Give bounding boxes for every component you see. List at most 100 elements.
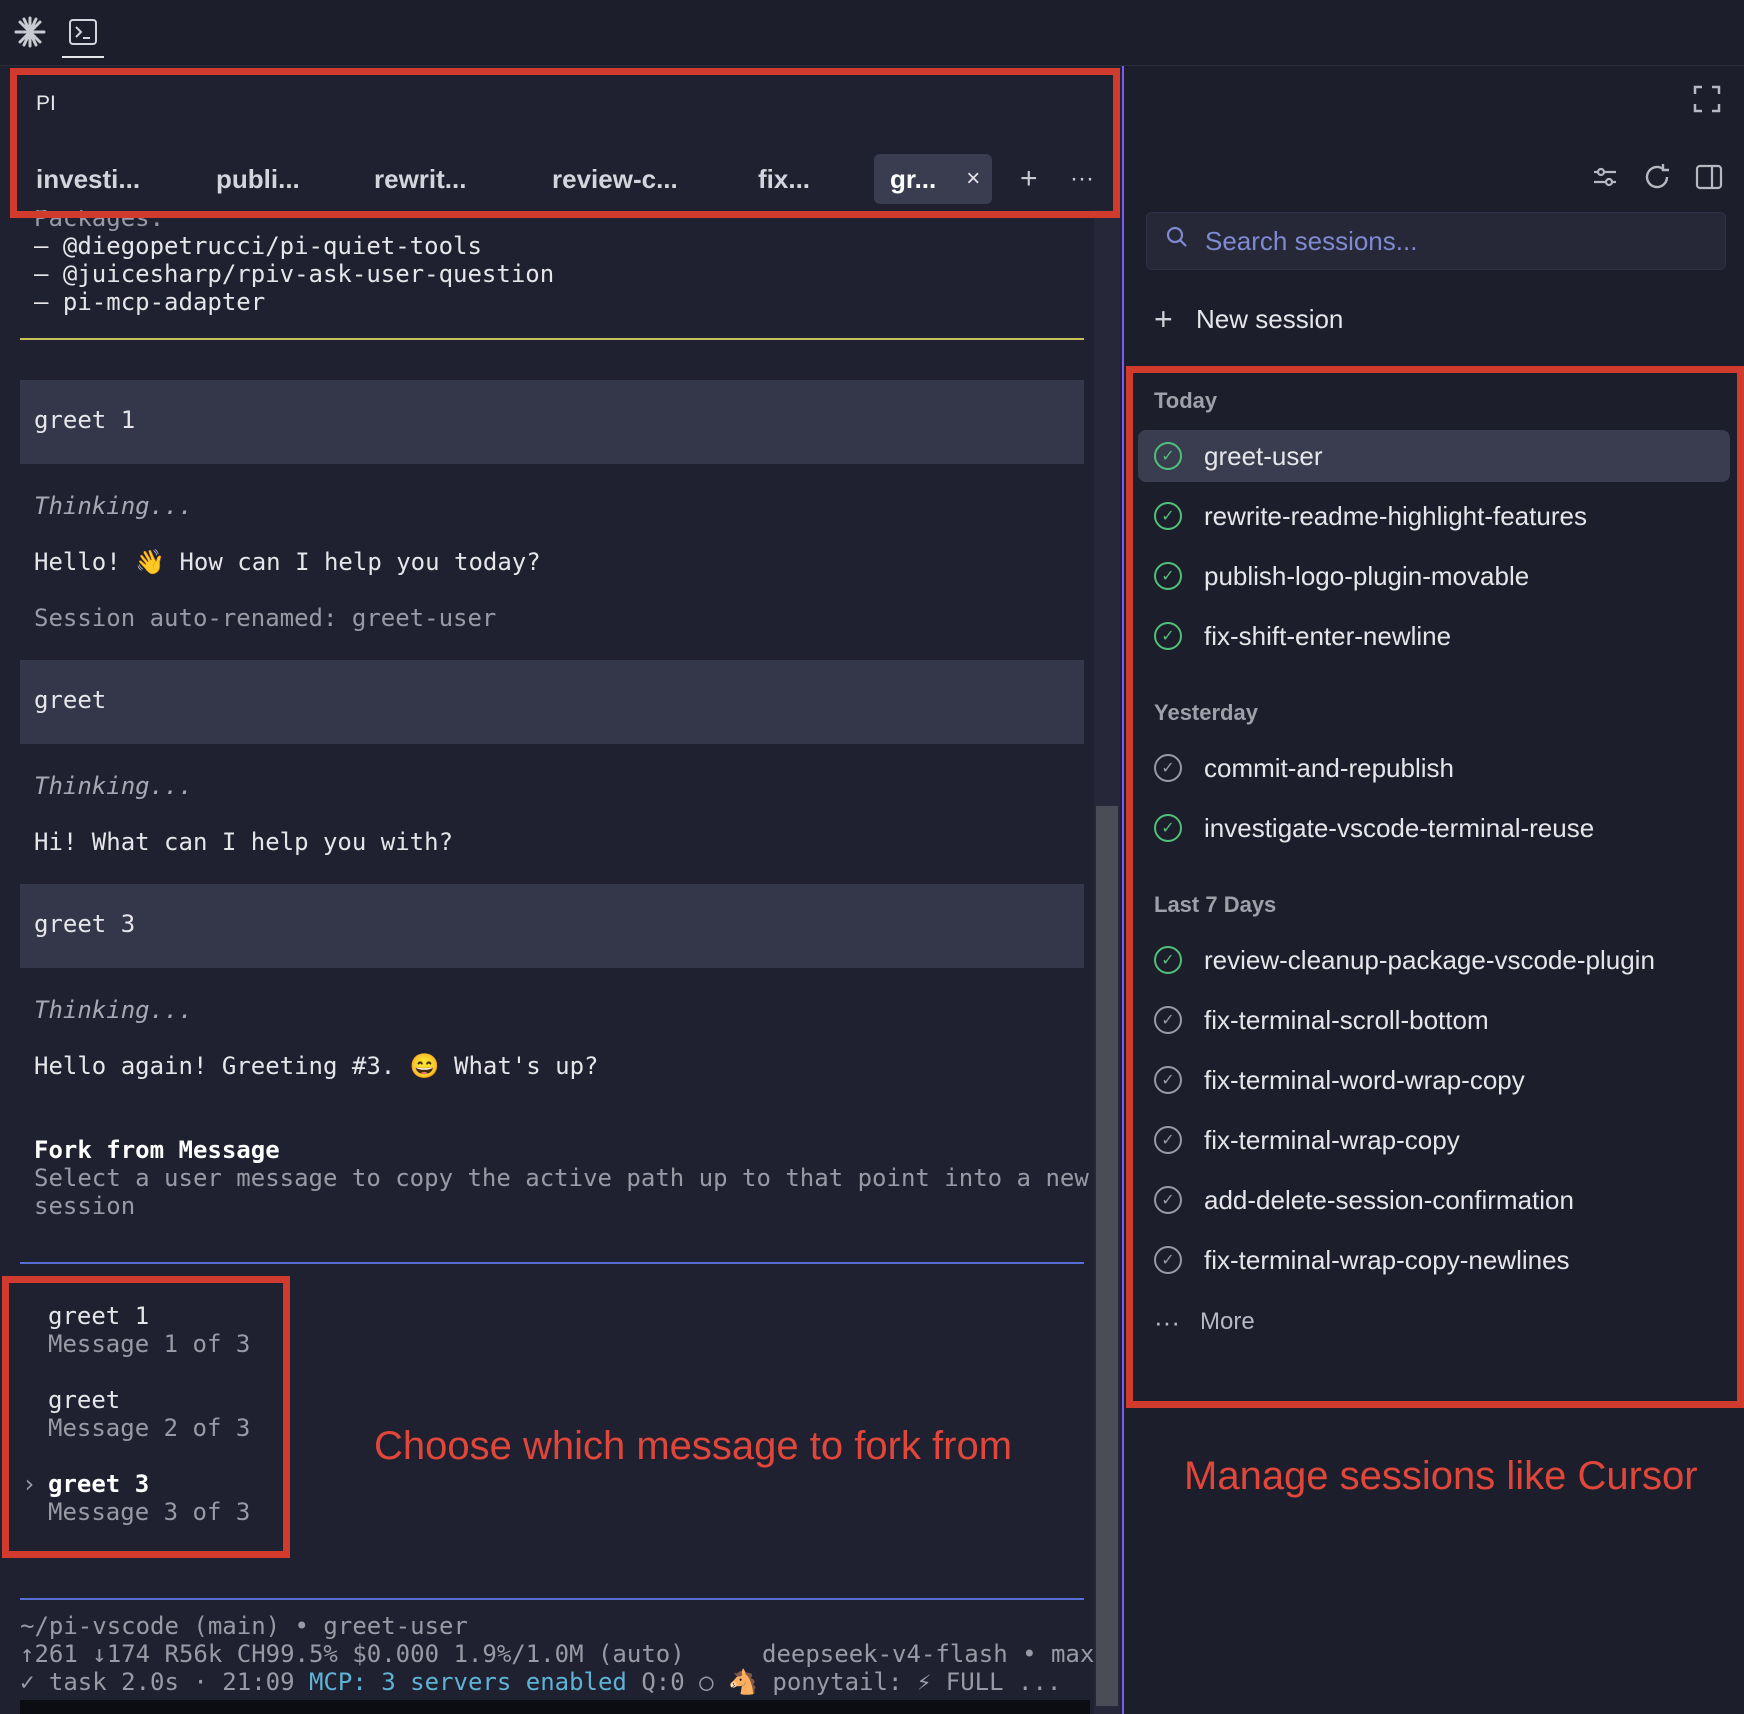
session-name: investigate-vscode-terminal-reuse — [1204, 812, 1595, 843]
session-name: rewrite-readme-highlight-features — [1204, 500, 1587, 531]
session-item[interactable]: ✓ greet-user — [1138, 430, 1730, 482]
status-path: ~/pi-vscode (main) • greet-user — [20, 1612, 468, 1640]
tab-label: gr... — [890, 164, 937, 194]
tab-fix[interactable]: fix... — [742, 154, 826, 204]
session-item[interactable]: ✓ fix-terminal-wrap-copy-newlines — [1138, 1234, 1730, 1286]
session-item[interactable]: ✓ fix-terminal-scroll-bottom — [1138, 994, 1730, 1046]
check-circle-icon: ✓ — [1154, 754, 1182, 782]
fork-option-label[interactable]: greet 1 — [48, 1302, 149, 1330]
close-icon[interactable]: × — [966, 154, 980, 204]
check-circle-icon: ✓ — [1154, 562, 1182, 590]
tab-investigate[interactable]: investi... — [20, 154, 156, 204]
session-item[interactable]: ✓ commit-and-republish — [1138, 742, 1730, 794]
fork-description: session — [34, 1192, 136, 1220]
status-usage: ↑261 ↓174 R56k CH99.5% $0.000 1.9%/1.0M … — [20, 1640, 685, 1668]
search-sessions[interactable] — [1146, 212, 1726, 270]
divider — [20, 1262, 1084, 1264]
session-name: publish-logo-plugin-movable — [1204, 560, 1530, 591]
tab-review[interactable]: review-c... — [536, 154, 694, 204]
fork-option-sub: Message 1 of 3 — [48, 1330, 251, 1358]
annotation-fork-caption: Choose which message to fork from — [374, 1424, 1013, 1468]
session-name: commit-and-republish — [1204, 752, 1454, 783]
assistant-reply: Hello again! Greeting #3. 😄 What's up? — [34, 1052, 599, 1080]
section-last-7-days: Last 7 Days — [1154, 892, 1277, 917]
scrollbar-thumb[interactable] — [1096, 806, 1118, 1706]
session-name: fix-terminal-wrap-copy-newlines — [1204, 1244, 1570, 1275]
activity-bar — [0, 0, 1744, 66]
search-input[interactable] — [1205, 223, 1705, 259]
section-today: Today — [1154, 388, 1218, 413]
status-task-line: ✓ task 2.0s · 21:09 MCP: 3 servers enabl… — [20, 1668, 1061, 1696]
session-item[interactable]: ✓ fix-shift-enter-newline — [1138, 610, 1730, 662]
new-session-label: New session — [1196, 303, 1344, 334]
check-circle-icon: ✓ — [1154, 502, 1182, 530]
more-sessions-button[interactable]: ··· More — [1154, 1302, 1255, 1342]
check-circle-icon: ✓ — [1154, 814, 1182, 842]
fullscreen-icon[interactable] — [1692, 84, 1722, 121]
fork-option-sub: Message 3 of 3 — [48, 1498, 251, 1526]
tab-rewrite[interactable]: rewrit... — [358, 154, 482, 204]
user-message: greet — [20, 660, 1084, 744]
ellipsis-icon: ··· — [1154, 1306, 1180, 1337]
refresh-icon[interactable] — [1642, 162, 1672, 199]
package-line: – @juicesharp/rpiv-ask-user-question — [34, 260, 555, 288]
check-circle-icon: ✓ — [1154, 1066, 1182, 1094]
bottom-strip — [20, 1700, 1090, 1714]
session-name: fix-terminal-wrap-copy — [1204, 1124, 1460, 1155]
session-item[interactable]: ✓ investigate-vscode-terminal-reuse — [1138, 802, 1730, 854]
status-model: deepseek-v4-flash • max — [762, 1640, 1094, 1668]
filter-icon[interactable] — [1590, 162, 1620, 199]
fork-description: Select a user message to copy the active… — [34, 1164, 1089, 1192]
status-mcp: MCP: 3 servers enabled — [309, 1668, 627, 1696]
thinking-text: Thinking... — [34, 772, 193, 800]
divider — [20, 338, 1084, 340]
tab-publish[interactable]: publi... — [200, 154, 316, 204]
search-icon — [1165, 225, 1189, 256]
check-circle-icon: ✓ — [1154, 442, 1182, 470]
check-circle-icon: ✓ — [1154, 1126, 1182, 1154]
check-circle-icon: ✓ — [1154, 622, 1182, 650]
session-item[interactable]: ✓ rewrite-readme-highlight-features — [1138, 490, 1730, 542]
session-name: add-delete-session-confirmation — [1204, 1184, 1574, 1215]
packages-header: Packages: — [34, 210, 165, 232]
assistant-reply: Hello! 👋 How can I help you today? — [34, 548, 541, 576]
plus-icon: + — [1154, 300, 1173, 337]
tab-bar: investi... publi... rewrit... review-c..… — [0, 146, 1122, 210]
session-name: fix-shift-enter-newline — [1204, 620, 1452, 651]
fork-option-label-selected[interactable]: greet 3 — [48, 1470, 149, 1498]
status-task: ✓ task 2.0s · 21:09 — [20, 1668, 295, 1696]
annotation-sessions-caption: Manage sessions like Cursor — [1184, 1454, 1698, 1498]
thinking-text: Thinking... — [34, 492, 193, 520]
fork-title: Fork from Message — [34, 1136, 280, 1164]
session-item[interactable]: ✓ publish-logo-plugin-movable — [1138, 550, 1730, 602]
tab-greet-active[interactable]: gr... × — [874, 154, 993, 204]
session-name: fix-terminal-scroll-bottom — [1204, 1004, 1489, 1035]
user-message: greet 3 — [20, 884, 1084, 968]
rename-note: Session auto-renamed: greet-user — [34, 604, 497, 632]
package-line: – @diegopetrucci/pi-quiet-tools — [34, 232, 482, 260]
toggle-sidebar-icon[interactable] — [1694, 162, 1724, 199]
terminal-output[interactable]: Packages: – @diegopetrucci/pi-quiet-tool… — [0, 210, 1094, 1714]
add-tab-icon[interactable]: + — [1020, 154, 1038, 204]
package-line: – pi-mcp-adapter — [34, 288, 266, 316]
new-session-button[interactable]: + New session — [1154, 296, 1343, 342]
divider — [20, 1598, 1084, 1600]
check-circle-icon: ✓ — [1154, 1006, 1182, 1034]
thinking-text: Thinking... — [34, 996, 193, 1024]
session-name: greet-user — [1204, 440, 1323, 471]
user-message: greet 1 — [20, 380, 1084, 464]
check-circle-icon: ✓ — [1154, 1246, 1182, 1274]
status-rest: Q:0 ○ 🐴 ponytail: ⚡ FULL ... — [641, 1668, 1062, 1696]
session-item[interactable]: ✓ review-cleanup-package-vscode-plugin — [1138, 934, 1730, 986]
terminal-icon[interactable] — [62, 8, 104, 58]
more-label: More — [1200, 1308, 1255, 1335]
fork-option-label[interactable]: greet — [48, 1386, 120, 1414]
selection-marker: › — [22, 1470, 37, 1498]
session-item[interactable]: ✓ add-delete-session-confirmation — [1138, 1174, 1730, 1226]
session-item[interactable]: ✓ fix-terminal-wrap-copy — [1138, 1114, 1730, 1166]
more-icon[interactable]: ··· — [1070, 154, 1094, 204]
session-item[interactable]: ✓ fix-terminal-word-wrap-copy — [1138, 1054, 1730, 1106]
assistant-reply: Hi! What can I help you with? — [34, 828, 454, 856]
panel-title: PI — [36, 92, 56, 115]
starburst-icon[interactable] — [10, 12, 50, 52]
